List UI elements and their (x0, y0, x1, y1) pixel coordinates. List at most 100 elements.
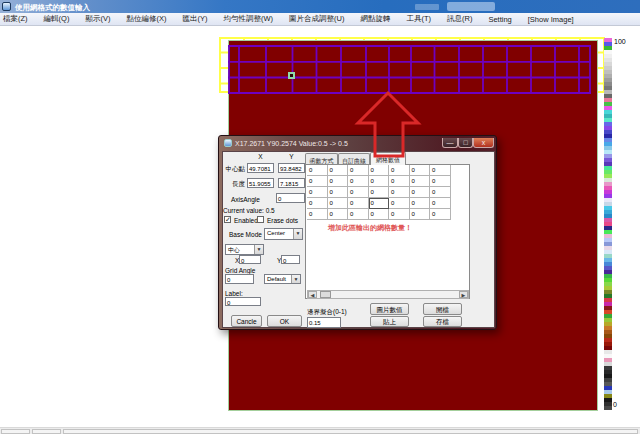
menu-item-6[interactable]: 圖片合成調整(U) (281, 14, 352, 24)
grid-cell[interactable]: 0 (369, 165, 390, 176)
grid-cell[interactable]: 0 (389, 165, 410, 176)
enabled-checkbox[interactable]: ✓ (224, 216, 231, 223)
menu-item-1[interactable]: 編輯(Q) (36, 14, 78, 24)
grid-cell[interactable]: 0 (410, 198, 431, 209)
grid-cell[interactable]: 0 (410, 165, 431, 176)
grid-cell[interactable]: 0 (307, 198, 328, 209)
save-file-button[interactable]: 存檔 (423, 316, 462, 327)
chevron-down-icon: ▼ (293, 229, 302, 239)
dialog-close-button[interactable]: x (473, 138, 494, 148)
grid-cell[interactable]: 0 (328, 209, 349, 220)
axis-angle-label: AxisAngle (231, 196, 260, 203)
scroll-left-arrow-icon[interactable]: ◀ (308, 291, 317, 298)
length-label: 長度 (223, 180, 245, 189)
grid-cell[interactable]: 0 (369, 187, 390, 198)
image-values-button[interactable]: 圖片數值 (370, 303, 409, 315)
menu-item-4[interactable]: 匯出(Y) (174, 14, 215, 24)
grid-cell[interactable]: 0 (348, 209, 369, 220)
grid-cell[interactable]: 0 (389, 187, 410, 198)
chevron-down-icon: ▼ (291, 275, 300, 283)
menu-item-9[interactable]: 訊息(R) (439, 14, 480, 24)
status-bar (0, 427, 640, 434)
grid-cell[interactable]: 0 (307, 165, 328, 176)
menu-item-5[interactable]: 均勻性調整(W) (215, 14, 281, 24)
selected-grid-point[interactable] (288, 72, 295, 79)
grid-cell[interactable]: 0 (430, 176, 451, 187)
grid-values-page: 00000000000000000000000000000000000 增加此區… (305, 164, 470, 299)
grid-cell[interactable]: 0 (328, 187, 349, 198)
grid-cell[interactable]: 0 (369, 198, 390, 209)
enabled-label: Enabled (234, 217, 258, 224)
grid-cell[interactable]: 0 (348, 165, 369, 176)
blend-field[interactable]: 0.15 (307, 317, 341, 328)
status-panel-1 (1, 429, 30, 434)
grid-angle-mode-select[interactable]: Default▼ (264, 274, 301, 284)
grid-cell[interactable]: 0 (430, 198, 451, 209)
grid-angle-label: Grid Angle (225, 267, 255, 274)
grid-cell[interactable]: 0 (389, 198, 410, 209)
grid-cell[interactable]: 0 (348, 187, 369, 198)
titlebar-artifact-tab (447, 2, 495, 11)
grid-cell[interactable]: 0 (389, 209, 410, 220)
base-mode-select[interactable]: Center▼ (264, 228, 303, 240)
menu-item-11[interactable]: [Show Image] (520, 15, 582, 24)
length-y-field[interactable]: 7.1815 (278, 178, 305, 188)
horizontal-scrollbar[interactable]: ◀ ▶ (307, 290, 469, 299)
center-y-field[interactable]: 93.8482 (278, 163, 305, 173)
menu-item-10[interactable]: Setting (480, 15, 519, 24)
menu-item-0[interactable]: 檔案(Z) (0, 14, 36, 24)
center-x-field[interactable]: 49.7081 (247, 163, 274, 173)
dialog-icon (224, 139, 232, 147)
grid-cell[interactable]: 0 (307, 209, 328, 220)
grid-cell[interactable]: 0 (430, 209, 451, 220)
cancel-button[interactable]: Cancle (231, 315, 262, 327)
grid-cell[interactable]: 0 (369, 209, 390, 220)
y-field[interactable]: 0 (281, 255, 300, 264)
current-value-label: Current value: 0.5 (223, 207, 275, 214)
dialog-body: X Y 中心點 49.7081 93.8482 長度 51.9055 7.181… (222, 151, 495, 328)
anchor-select[interactable]: 中心▼ (225, 244, 264, 255)
grid-cell[interactable]: 0 (307, 187, 328, 198)
dialog-maximize-button[interactable]: □ (458, 138, 473, 148)
column-header-y: Y (278, 153, 305, 160)
scrollbar-thumb[interactable] (320, 291, 331, 298)
ok-button[interactable]: OK (267, 315, 302, 327)
grid-cell[interactable]: 0 (389, 176, 410, 187)
grid-cell[interactable]: 0 (410, 187, 431, 198)
open-file-button[interactable]: 開檔 (423, 303, 462, 315)
label-field[interactable]: 0 (225, 297, 261, 306)
grid-cell[interactable]: 0 (328, 165, 349, 176)
titlebar-artifact-icons (415, 4, 439, 10)
grid-cell[interactable]: 0 (410, 176, 431, 187)
grid-cell[interactable]: 0 (348, 198, 369, 209)
color-scale[interactable] (604, 38, 612, 410)
length-x-field[interactable]: 51.9055 (247, 178, 274, 188)
erase-dots-label: Erase dots (267, 217, 298, 224)
base-mode-label: Base Mode (229, 231, 262, 238)
scroll-right-arrow-icon[interactable]: ▶ (459, 291, 468, 298)
grid-cell[interactable]: 0 (307, 176, 328, 187)
grid-cell[interactable]: 0 (369, 176, 390, 187)
dialog-minimize-button[interactable]: — (442, 138, 458, 148)
menu-item-3[interactable]: 點位編修(X) (118, 14, 174, 24)
scale-max-label: 100 (614, 38, 626, 45)
paste-button[interactable]: 貼上 (370, 316, 409, 327)
grid-cell[interactable]: 0 (410, 209, 431, 220)
grid-angle-field[interactable]: 0 (225, 274, 254, 284)
menu-item-7[interactable]: 網點旋轉 (352, 14, 398, 24)
grid-cell[interactable]: 0 (348, 176, 369, 187)
column-header-x: X (247, 153, 274, 160)
axis-angle-field[interactable]: 0 (276, 193, 305, 203)
grid-cell[interactable]: 0 (430, 187, 451, 198)
tab-grid-values[interactable]: 網格數值 (370, 152, 406, 165)
blend-label: 邊界擬合(0-1) (307, 308, 347, 317)
menu-item-2[interactable]: 顯示(V) (77, 14, 118, 24)
grid-cell[interactable]: 0 (430, 165, 451, 176)
menu-item-8[interactable]: 工具(T) (398, 14, 439, 24)
x-field[interactable]: 0 (239, 255, 261, 264)
status-panel-3 (63, 429, 638, 434)
grid-cell[interactable]: 0 (328, 176, 349, 187)
grid-cell[interactable]: 0 (328, 198, 349, 209)
erase-dots-checkbox[interactable] (257, 216, 264, 223)
window-titlebar[interactable]: 使用網格式的數值輸入 (0, 0, 640, 13)
